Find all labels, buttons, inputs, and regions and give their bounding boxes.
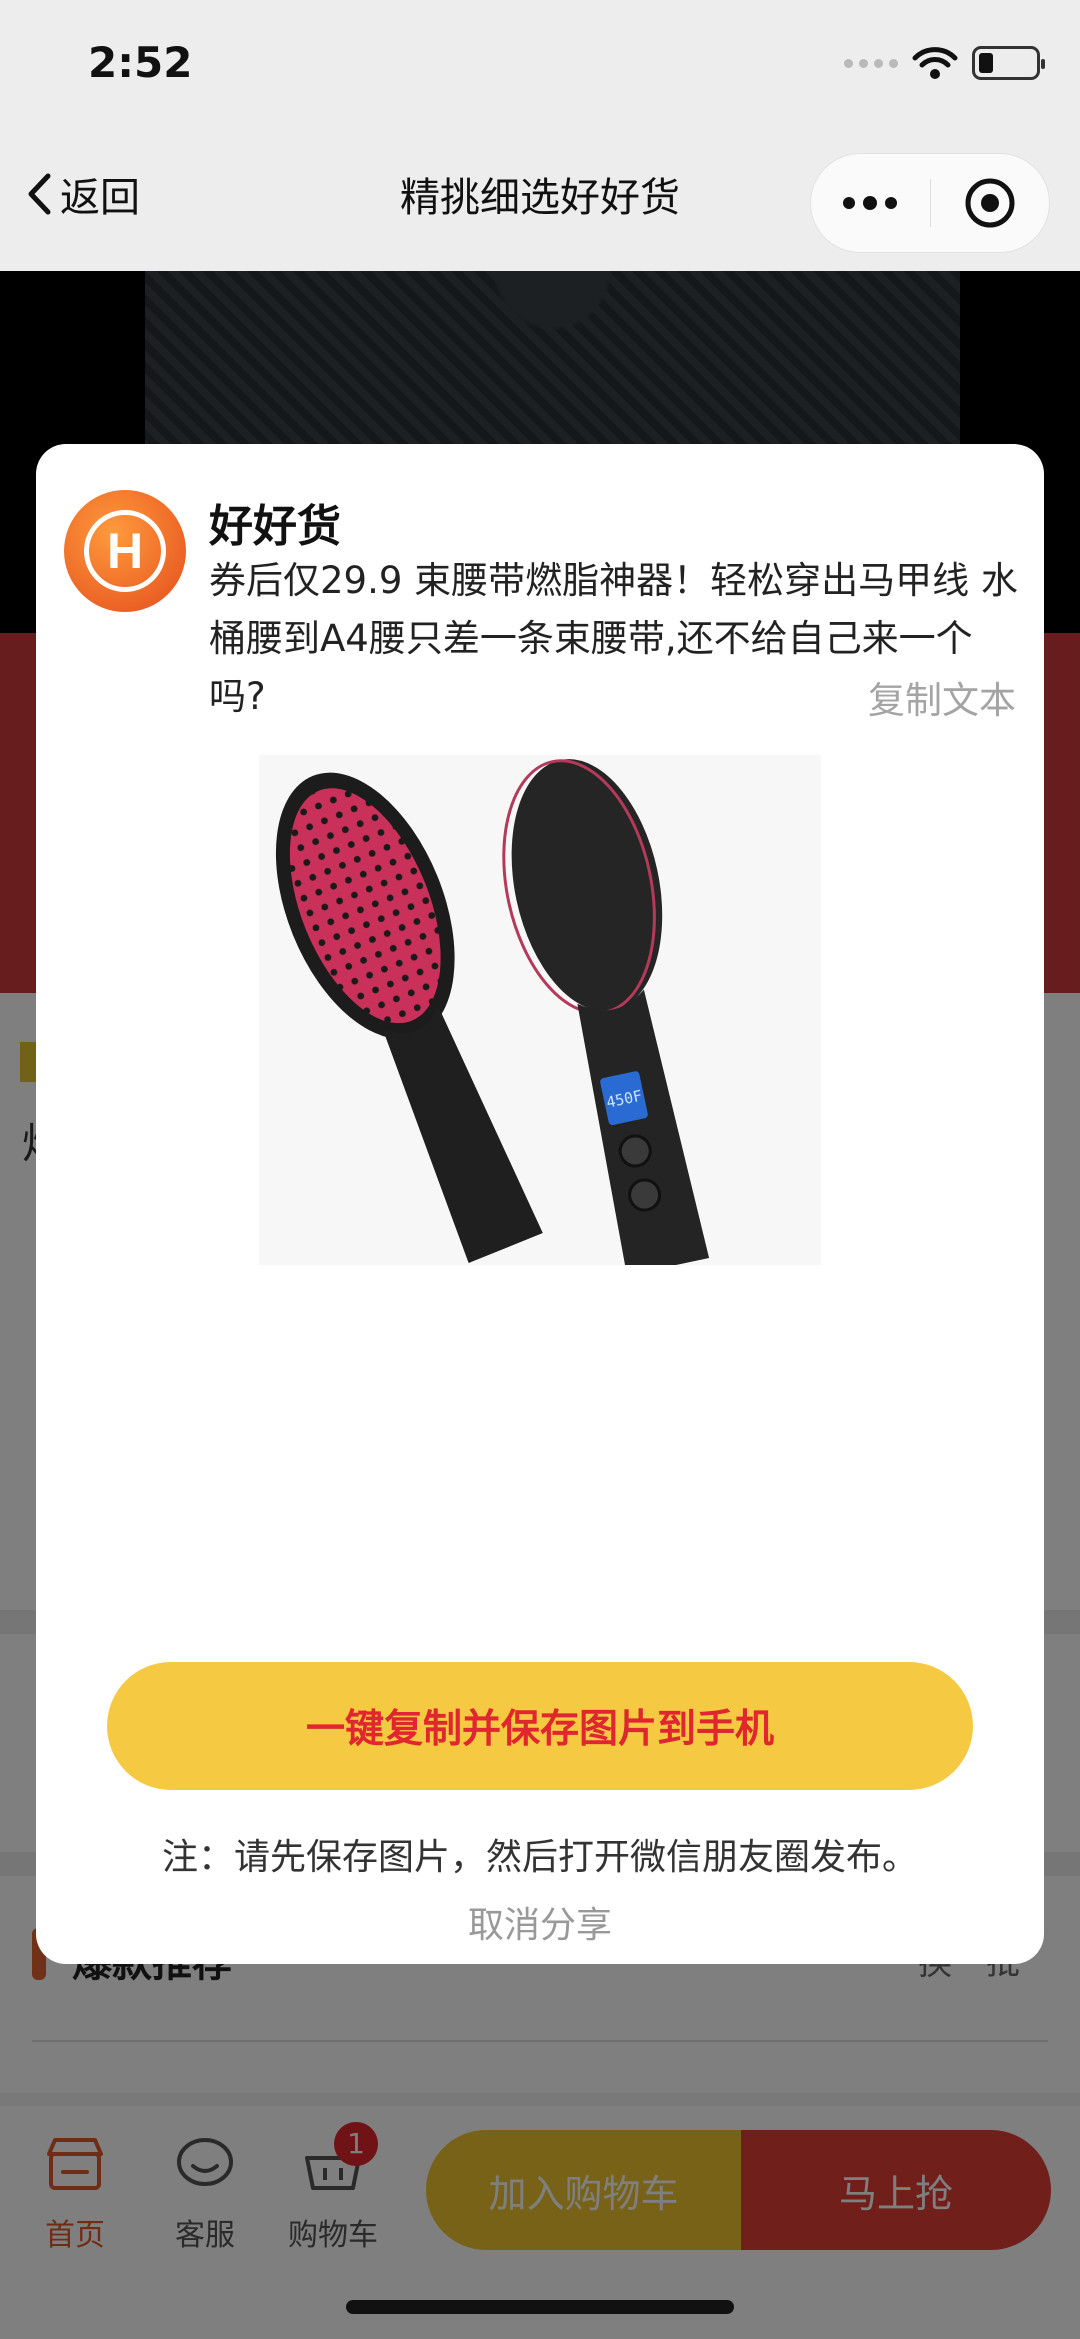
more-button[interactable]: [811, 154, 930, 252]
brand-logo-letter: H: [84, 510, 166, 592]
share-note: 注：请先保存图片，然后打开微信朋友圈发布。: [161, 1837, 918, 1878]
battery-icon: [972, 46, 1045, 80]
status-bar: 2:52: [0, 0, 1080, 135]
copy-text-button[interactable]: 复制文本: [868, 670, 1016, 724]
hair-brush-icon: 450F: [275, 759, 710, 1276]
product-image: 450F: [259, 755, 821, 1276]
more-dots-icon: [843, 196, 898, 210]
mini-program-capsule: [810, 153, 1050, 253]
signal-icon: [844, 58, 898, 68]
close-mini-program-button[interactable]: [931, 154, 1050, 252]
status-time: 2:52: [88, 38, 193, 87]
wifi-icon: [912, 47, 958, 79]
share-modal: H 好好货 券后仅29.9 束腰带燃脂神器！轻松穿出马甲线 水桶腰到A4腰只差一…: [36, 444, 1044, 1964]
status-icons: [844, 46, 1045, 80]
target-icon: [965, 178, 1015, 228]
brand-logo: H: [64, 490, 186, 612]
nav-bar: 返回 精挑细选好好货: [0, 135, 1080, 271]
brand-name: 好好货: [209, 501, 341, 552]
copy-and-save-button[interactable]: 一键复制并保存图片到手机: [107, 1662, 973, 1790]
cancel-share-button[interactable]: 取消分享: [36, 1896, 1044, 1948]
